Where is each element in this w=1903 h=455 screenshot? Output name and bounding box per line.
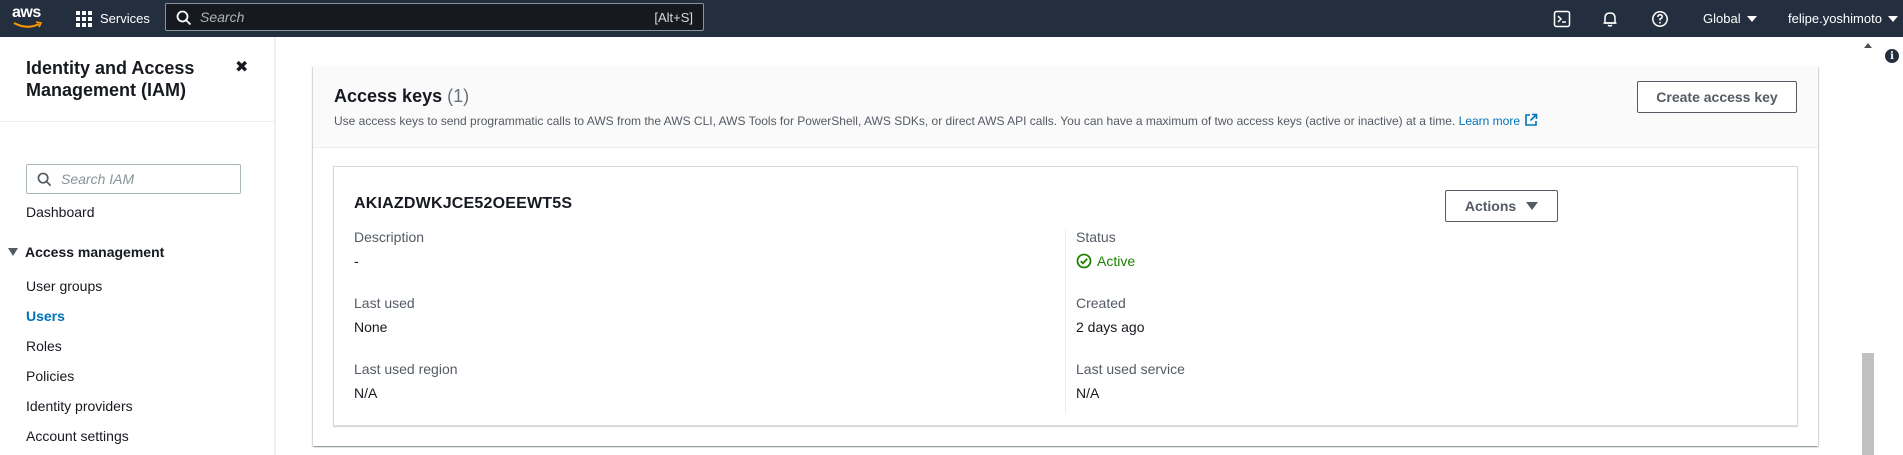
- access-keys-title-text: Access keys: [334, 86, 443, 106]
- services-menu-button[interactable]: Services: [76, 0, 150, 37]
- notifications-button[interactable]: [1601, 0, 1619, 37]
- caret-down-icon: [1526, 202, 1539, 210]
- top-navigation-bar: aws Services [Alt+S]: [0, 0, 1903, 37]
- external-link-icon: [1525, 113, 1538, 126]
- sidebar-item-identity-providers[interactable]: Identity providers: [26, 398, 133, 414]
- last-used-value: None: [354, 319, 388, 335]
- search-icon: [176, 10, 192, 26]
- sidebar-divider: [0, 121, 275, 122]
- sidebar-item-roles[interactable]: Roles: [26, 338, 62, 354]
- actions-button[interactable]: Actions: [1445, 190, 1558, 222]
- status-indicator: Active: [1076, 253, 1135, 269]
- access-keys-title: Access keys (1): [334, 86, 469, 107]
- access-key-id: AKIAZDWKJCE52OEEWT5S: [354, 195, 573, 212]
- sidebar-item-user-groups[interactable]: User groups: [26, 278, 102, 294]
- global-search-input[interactable]: [200, 9, 600, 25]
- right-utility-strip: i: [1861, 37, 1903, 455]
- chevron-down-icon: [1746, 15, 1757, 22]
- aws-smile-icon: [13, 21, 43, 28]
- vertical-scrollbar[interactable]: [1861, 37, 1875, 455]
- learn-more-label: Learn more: [1458, 114, 1521, 128]
- services-grid-icon: [76, 10, 92, 27]
- last-used-service-value: N/A: [1076, 385, 1100, 401]
- access-keys-panel: Access keys (1) Use access keys to send …: [313, 66, 1818, 446]
- create-access-key-button[interactable]: Create access key: [1637, 81, 1797, 113]
- column-divider: [1065, 229, 1066, 413]
- services-label: Services: [100, 11, 150, 26]
- learn-more-link[interactable]: Learn more: [1458, 113, 1538, 128]
- iam-search-box[interactable]: [26, 164, 241, 194]
- aws-logo-text: aws: [12, 4, 41, 21]
- description-value: -: [354, 253, 359, 269]
- last-used-region-value: N/A: [354, 385, 378, 401]
- search-shortcut-hint: [Alt+S]: [654, 10, 693, 25]
- last-used-service-label: Last used service: [1076, 361, 1185, 377]
- created-value: 2 days ago: [1076, 319, 1145, 335]
- sidebar-title: Identity and Access Management (IAM): [26, 58, 195, 100]
- cloudshell-button[interactable]: [1553, 0, 1571, 37]
- status-label: Status: [1076, 229, 1116, 245]
- bell-icon: [1603, 11, 1617, 27]
- help-button[interactable]: [1651, 0, 1669, 37]
- sidebar-item-account-settings[interactable]: Account settings: [26, 428, 129, 444]
- chevron-down-icon: [1887, 15, 1898, 22]
- scrollbar-thumb[interactable]: [1862, 353, 1874, 455]
- sidebar-item-dashboard[interactable]: Dashboard: [26, 204, 95, 220]
- actions-label: Actions: [1464, 198, 1517, 214]
- access-management-section-toggle[interactable]: Access management: [8, 244, 164, 260]
- info-panel-button[interactable]: i: [1885, 49, 1899, 63]
- cloudshell-icon: [1553, 10, 1571, 27]
- access-keys-description: Use access keys to send programmatic cal…: [334, 113, 1538, 128]
- access-keys-count: (1): [447, 86, 470, 106]
- access-key-card: AKIAZDWKJCE52OEEWT5S Actions Description…: [333, 166, 1798, 426]
- section-label: Access management: [25, 244, 165, 260]
- sidebar-item-users[interactable]: Users: [26, 308, 65, 324]
- iam-sidebar: Identity and Access Management (IAM) ✖ D…: [0, 37, 275, 455]
- caret-down-icon: [8, 248, 18, 256]
- region-label: Global: [1703, 11, 1741, 26]
- scroll-up-arrow-icon[interactable]: [1864, 43, 1872, 48]
- close-icon[interactable]: ✖: [235, 57, 253, 76]
- last-used-label: Last used: [354, 295, 415, 311]
- aws-logo[interactable]: aws: [12, 4, 48, 32]
- created-label: Created: [1076, 295, 1126, 311]
- iam-search-input[interactable]: [61, 171, 231, 187]
- access-keys-header: Access keys (1) Use access keys to send …: [313, 66, 1818, 148]
- help-icon: [1652, 10, 1668, 27]
- info-icon: i: [1890, 50, 1894, 62]
- check-circle-icon: [1076, 253, 1092, 269]
- sidebar-item-policies[interactable]: Policies: [26, 368, 74, 384]
- description-label: Description: [354, 229, 425, 245]
- account-menu[interactable]: felipe.yoshimoto: [1788, 0, 1898, 37]
- search-icon: [37, 172, 52, 187]
- access-keys-description-text: Use access keys to send programmatic cal…: [334, 114, 1456, 128]
- status-value: Active: [1097, 253, 1136, 269]
- region-selector[interactable]: Global: [1703, 0, 1757, 37]
- main-content: Access keys (1) Use access keys to send …: [276, 37, 1861, 455]
- last-used-region-label: Last used region: [354, 361, 458, 377]
- username-label: felipe.yoshimoto: [1788, 11, 1882, 26]
- global-search-box[interactable]: [Alt+S]: [165, 3, 704, 31]
